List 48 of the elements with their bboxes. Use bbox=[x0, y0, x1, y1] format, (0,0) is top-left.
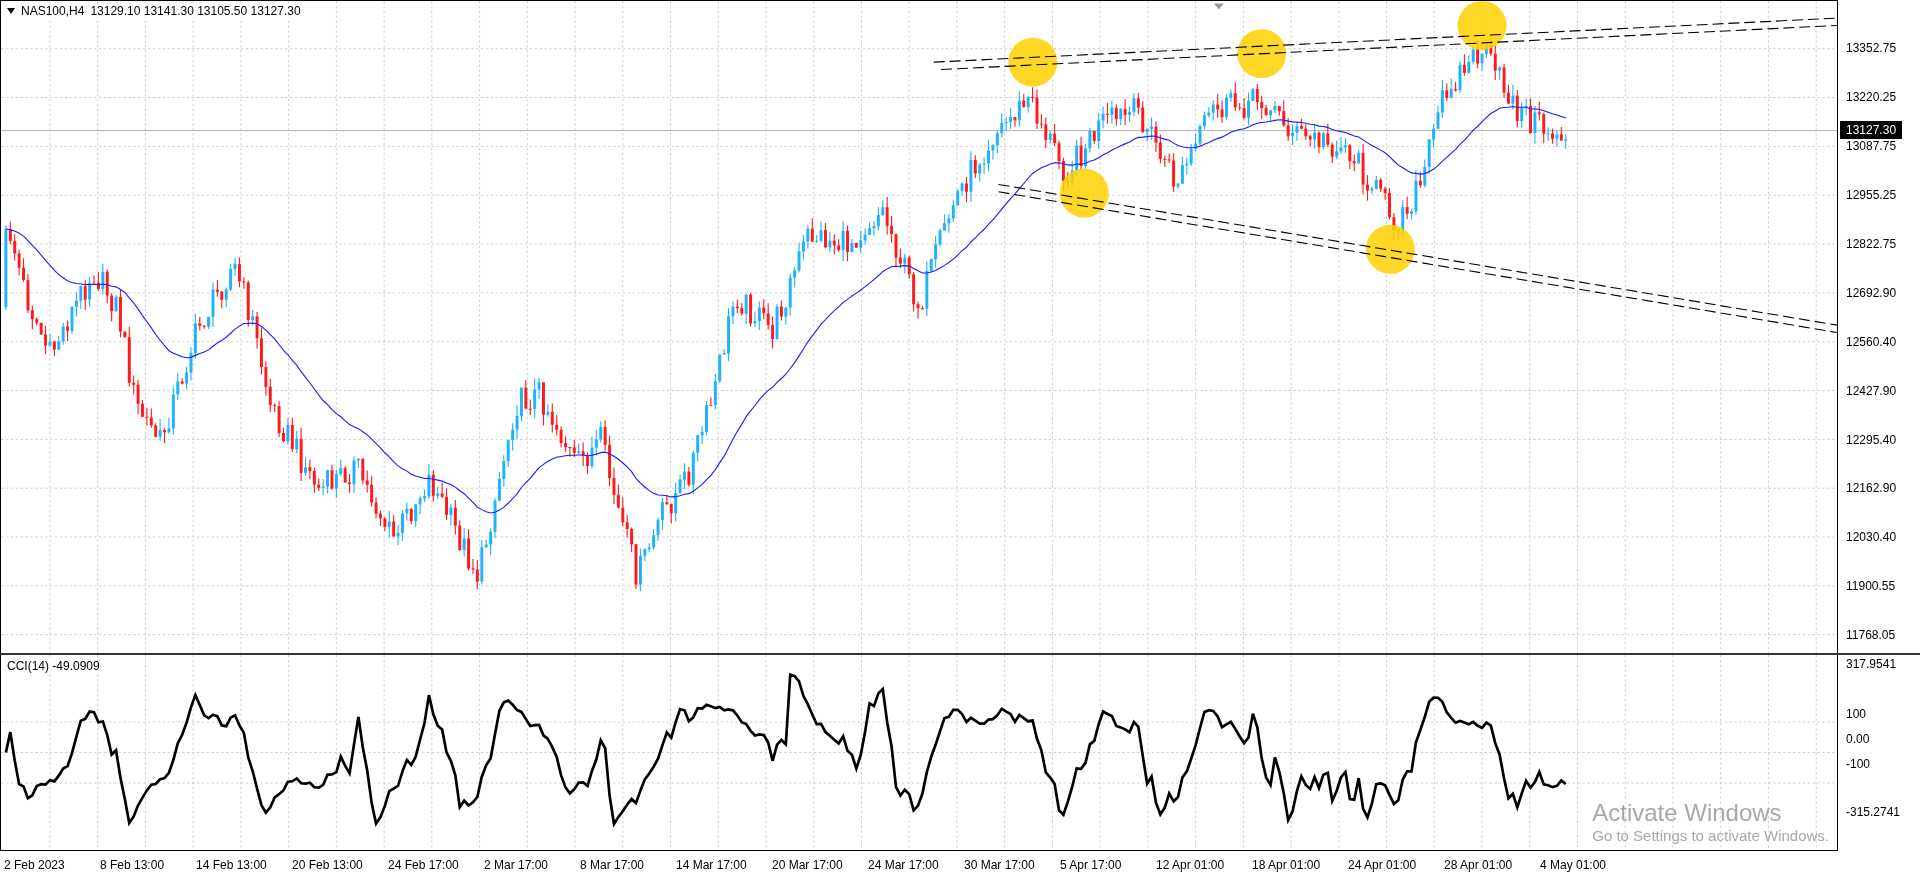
time-label: 24 Feb 17:00 bbox=[388, 858, 459, 872]
price-label: 12560.40 bbox=[1846, 334, 1897, 349]
indicator-axis-label: 0.00 bbox=[1846, 732, 1870, 746]
highlight-marker bbox=[1237, 29, 1287, 79]
symbol-label: NAS100,H4 bbox=[21, 4, 85, 18]
price-label: 13220.25 bbox=[1846, 90, 1897, 105]
activation-subtitle: Go to Settings to activate Windows. bbox=[1592, 827, 1829, 844]
time-label: 2 Mar 17:00 bbox=[484, 858, 549, 872]
highlight-marker bbox=[1457, 1, 1507, 50]
price-label: 12822.75 bbox=[1846, 237, 1897, 251]
price-label: 12692.90 bbox=[1846, 285, 1897, 300]
activation-title: Activate Windows bbox=[1592, 799, 1783, 827]
time-label: 4 May 01:00 bbox=[1540, 858, 1607, 872]
price-label: 13352.75 bbox=[1846, 41, 1897, 56]
time-label: 12 Apr 01:00 bbox=[1156, 858, 1225, 872]
ohlc-values: 13129.10 13141.30 13105.50 13127.30 bbox=[90, 4, 301, 18]
indicator-axis-label: 317.9541 bbox=[1846, 657, 1897, 671]
indicator-axis-label: 100 bbox=[1846, 707, 1867, 721]
time-label: 18 Apr 01:00 bbox=[1252, 858, 1321, 872]
current-price-label: 13127.30 bbox=[1840, 121, 1903, 139]
time-label: 14 Feb 13:00 bbox=[196, 858, 267, 872]
time-label: 24 Apr 01:00 bbox=[1348, 858, 1417, 872]
price-label: 11900.55 bbox=[1846, 579, 1896, 594]
time-label: 20 Mar 17:00 bbox=[772, 858, 843, 872]
dropdown-icon[interactable] bbox=[7, 8, 15, 14]
price-label: 12427.90 bbox=[1846, 383, 1897, 398]
price-label: 12162.90 bbox=[1846, 481, 1897, 496]
time-label: 8 Feb 13:00 bbox=[100, 858, 165, 872]
highlight-marker bbox=[1008, 37, 1058, 87]
marker-triangle-icon bbox=[1214, 3, 1224, 10]
price-label: 12295.40 bbox=[1846, 432, 1897, 447]
price-label: 11768.05 bbox=[1846, 628, 1896, 643]
time-label: 14 Mar 17:00 bbox=[676, 858, 747, 872]
indicator-axis-label: -100 bbox=[1846, 757, 1871, 771]
time-label: 24 Mar 17:00 bbox=[868, 858, 939, 872]
indicator-label: CCI(14) -49.0909 bbox=[7, 659, 100, 673]
price-label: 12955.25 bbox=[1846, 188, 1897, 203]
price-label: 12030.40 bbox=[1846, 530, 1897, 545]
time-label: 8 Mar 17:00 bbox=[580, 858, 645, 872]
time-label: 20 Feb 13:00 bbox=[292, 858, 363, 872]
time-label: 28 Apr 01:00 bbox=[1444, 858, 1513, 872]
time-label: 5 Apr 17:00 bbox=[1060, 858, 1122, 872]
highlight-marker bbox=[1059, 168, 1109, 218]
time-label: 30 Mar 17:00 bbox=[964, 858, 1035, 872]
highlight-marker bbox=[1365, 224, 1415, 274]
price-label: 13087.75 bbox=[1846, 139, 1897, 154]
indicator-axis-label: -315.2741 bbox=[1846, 805, 1901, 819]
time-label: 2 Feb 2023 bbox=[4, 858, 65, 872]
